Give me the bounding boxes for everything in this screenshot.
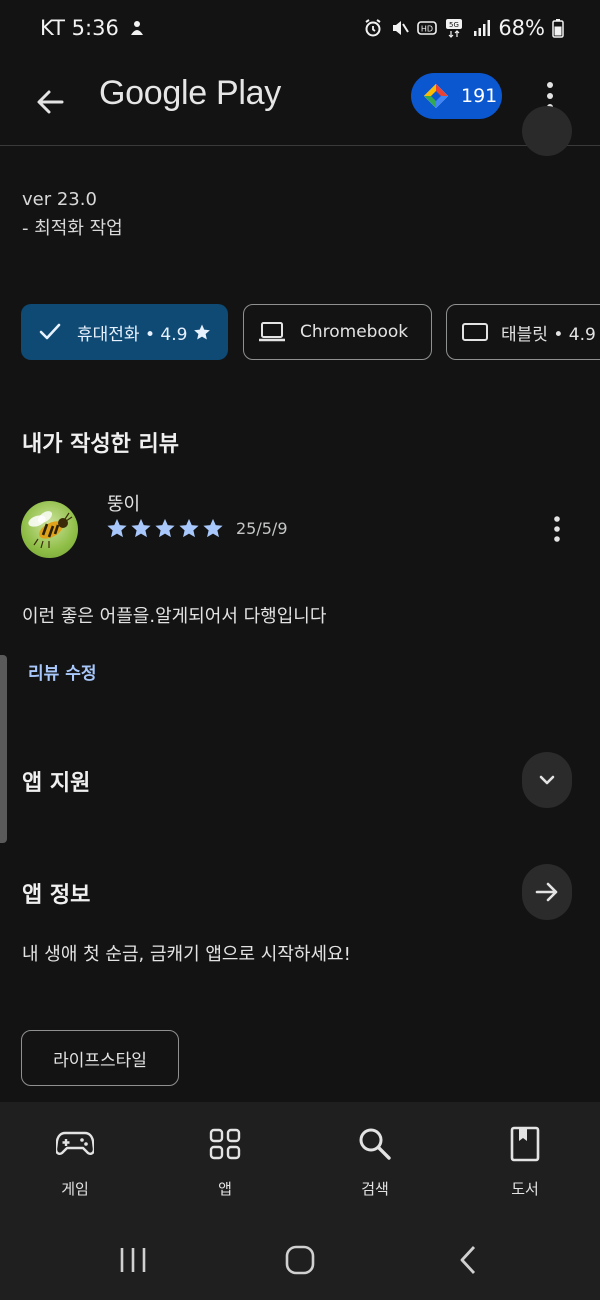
review-more-button[interactable] bbox=[545, 512, 569, 546]
chevron-left-icon bbox=[460, 1246, 476, 1274]
star-icon bbox=[194, 324, 211, 340]
check-icon bbox=[39, 323, 61, 340]
app-info-open-button[interactable] bbox=[522, 864, 572, 920]
arrow-forward-icon bbox=[535, 882, 558, 902]
review-text: 이런 좋은 어플을.알게되어서 다행입니다 bbox=[22, 606, 327, 627]
mute-icon bbox=[390, 18, 410, 38]
bee-avatar-icon bbox=[28, 511, 73, 549]
app-info-description: 내 생애 첫 순금, 금캐기 앱으로 시작하세요! bbox=[22, 944, 351, 965]
search-icon bbox=[355, 1124, 395, 1164]
recents-button[interactable] bbox=[103, 1240, 163, 1280]
device-chip-phone-label: 휴대전화 • 4.9 bbox=[77, 324, 188, 345]
home-button[interactable] bbox=[270, 1240, 330, 1280]
nav-item-games[interactable]: 게임 bbox=[0, 1102, 150, 1212]
status-bar: KT 5:36 HD 5G 68% bbox=[0, 0, 600, 60]
status-right: HD 5G 68% bbox=[363, 16, 564, 40]
signal-icon bbox=[471, 18, 491, 38]
scrollbar[interactable] bbox=[0, 655, 7, 843]
alarm-icon bbox=[363, 18, 383, 38]
arrow-back-icon bbox=[37, 90, 64, 114]
app-info-heading: 앱 정보 bbox=[22, 883, 91, 908]
update-note-text: - 최적화 작업 bbox=[22, 218, 123, 239]
star-filled-icon bbox=[131, 518, 151, 538]
review-date: 25/5/9 bbox=[236, 519, 288, 538]
category-chip[interactable]: 라이프스타일 bbox=[21, 1030, 179, 1086]
nav-item-search[interactable]: 검색 bbox=[300, 1102, 450, 1212]
svg-text:HD: HD bbox=[421, 25, 433, 34]
play-points-diamond-icon bbox=[424, 84, 448, 108]
battery-icon bbox=[552, 18, 564, 38]
notification-icon bbox=[127, 18, 147, 38]
clipped-round-button bbox=[522, 106, 572, 156]
avatar[interactable] bbox=[21, 501, 78, 558]
hd-icon: HD bbox=[417, 18, 438, 38]
star-filled-icon bbox=[179, 518, 199, 538]
app-support-expand-button[interactable] bbox=[522, 752, 572, 808]
network-5g-icon: 5G bbox=[444, 18, 464, 38]
bottom-navigation: 게임 앱 검색 도서 bbox=[0, 1102, 600, 1222]
status-left: KT 5:36 bbox=[40, 16, 147, 40]
edit-review-link[interactable]: 리뷰 수정 bbox=[28, 659, 96, 684]
book-icon bbox=[505, 1124, 545, 1164]
google-play-app-details-screen: KT 5:36 HD 5G 68% Google Play 191 ver 23… bbox=[0, 0, 600, 1300]
app-support-heading: 앱 지원 bbox=[22, 771, 91, 796]
system-navigation-bar bbox=[0, 1222, 600, 1300]
device-chip-chromebook[interactable]: Chromebook bbox=[243, 304, 432, 360]
nav-label-apps: 앱 bbox=[218, 1180, 232, 1198]
home-icon bbox=[285, 1245, 315, 1275]
play-points-button[interactable]: 191 bbox=[411, 73, 502, 119]
device-chip-tablet[interactable]: 태블릿 • 4.9 bbox=[446, 304, 600, 360]
battery-percent: 68% bbox=[498, 16, 545, 40]
version-text: ver 23.0 bbox=[22, 189, 97, 210]
more-vert-icon bbox=[554, 516, 560, 542]
star-filled-icon bbox=[107, 518, 127, 538]
reviewer-name: 뚱이 bbox=[107, 494, 141, 515]
nav-label-books: 도서 bbox=[511, 1180, 539, 1198]
app-title: Google Play bbox=[99, 74, 281, 112]
star-filled-icon bbox=[203, 518, 223, 538]
play-points-value: 191 bbox=[461, 85, 498, 107]
device-chip-phone[interactable]: 휴대전화 • 4.9 bbox=[21, 304, 228, 360]
system-back-button[interactable] bbox=[438, 1240, 498, 1280]
nav-item-apps[interactable]: 앱 bbox=[150, 1102, 300, 1212]
gamepad-icon bbox=[55, 1124, 95, 1164]
tablet-icon bbox=[462, 323, 488, 341]
apps-grid-icon bbox=[205, 1124, 245, 1164]
app-bar: Google Play 191 bbox=[0, 60, 600, 146]
nav-item-books[interactable]: 도서 bbox=[450, 1102, 600, 1212]
nav-label-search: 검색 bbox=[361, 1180, 389, 1198]
device-chip-tablet-label: 태블릿 • 4.9 bbox=[501, 324, 596, 345]
nav-label-games: 게임 bbox=[61, 1180, 89, 1198]
carrier-time: KT 5:36 bbox=[40, 16, 119, 40]
whats-new-notes: ver 23.0 - 최적화 작업 bbox=[22, 185, 123, 243]
svg-text:5G: 5G bbox=[449, 21, 459, 29]
back-button[interactable] bbox=[24, 76, 76, 128]
chevron-down-icon bbox=[539, 775, 555, 785]
device-chip-chromebook-label: Chromebook bbox=[300, 322, 409, 342]
laptop-icon bbox=[259, 322, 285, 342]
my-review-heading: 내가 작성한 리뷰 bbox=[22, 432, 179, 457]
star-filled-icon bbox=[155, 518, 175, 538]
review-rating-stars bbox=[106, 517, 224, 539]
recents-icon bbox=[120, 1248, 146, 1272]
